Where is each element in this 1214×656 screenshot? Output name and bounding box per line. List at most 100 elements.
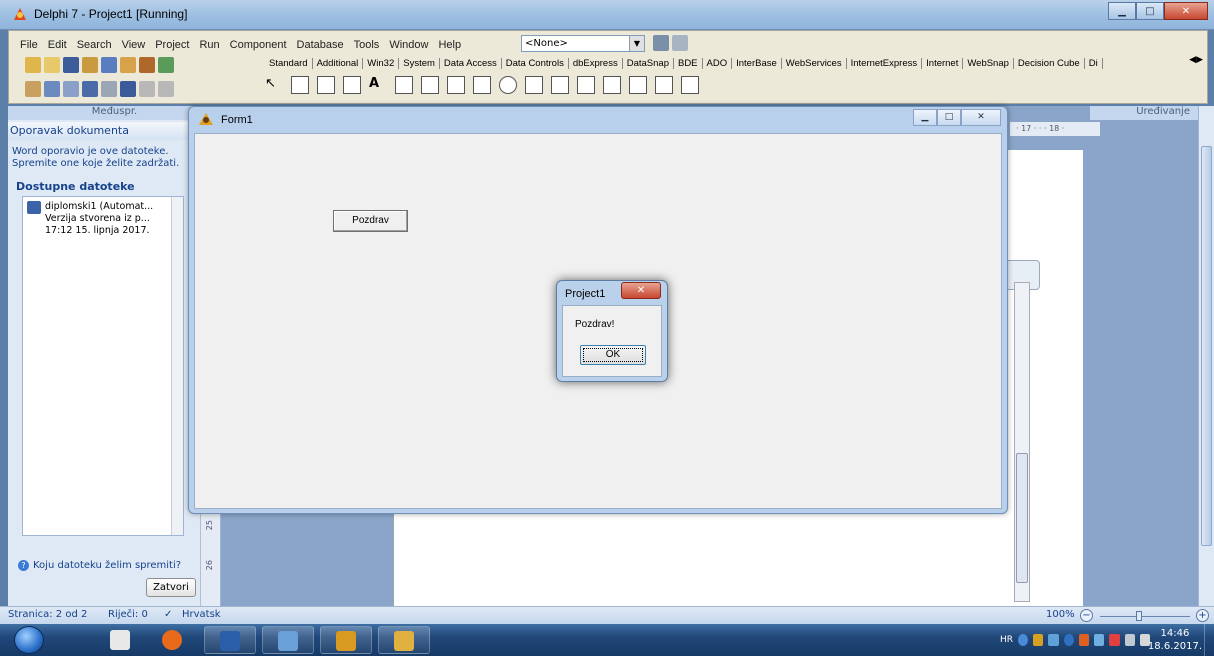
palette-tab-interbase[interactable]: InterBase — [732, 57, 782, 69]
word-count[interactable]: Riječi: 0 — [108, 609, 148, 620]
ok-button[interactable]: OK — [580, 345, 646, 365]
palette-tab-decision-cube[interactable]: Decision Cube — [1014, 57, 1085, 69]
palette-tab-internet[interactable]: Internet — [922, 57, 964, 69]
chevron-down-icon[interactable]: ▼ — [629, 36, 644, 51]
palette-tab-ado[interactable]: ADO — [703, 57, 733, 69]
frame-icon[interactable] — [291, 76, 309, 94]
palette-scroll-arrows[interactable]: ◀▶ — [1187, 55, 1203, 65]
menu-file[interactable]: File — [15, 39, 43, 51]
palette-tab-data-access[interactable]: Data Access — [440, 57, 502, 69]
help-icon[interactable] — [653, 35, 669, 51]
label-icon[interactable]: A — [369, 76, 387, 94]
pause-icon[interactable] — [120, 81, 136, 97]
save-help-link[interactable]: ? Koju datoteku želim spremiti? — [18, 560, 181, 571]
remove-file-icon[interactable] — [139, 57, 155, 73]
menu-view[interactable]: View — [117, 39, 151, 51]
palette-tab-bde[interactable]: BDE — [674, 57, 703, 69]
taskbar-explorer[interactable] — [98, 626, 142, 654]
maximize-button[interactable]: □ — [1136, 2, 1164, 20]
page-count[interactable]: Stranica: 2 od 2 — [8, 609, 87, 620]
zoom-in-icon[interactable]: + — [1196, 609, 1209, 622]
palette-tab-more[interactable]: Di — [1085, 57, 1103, 69]
listbox-icon[interactable] — [525, 76, 543, 94]
background-scrollbar[interactable] — [1014, 282, 1030, 602]
button-icon[interactable] — [447, 76, 465, 94]
network-tray-icon[interactable] — [1048, 634, 1059, 646]
menu-component[interactable]: Component — [225, 39, 292, 51]
trace-into-icon[interactable] — [139, 81, 155, 97]
maximize-button[interactable]: □ — [937, 109, 961, 126]
new-form-icon[interactable] — [82, 81, 98, 97]
reload-icon[interactable] — [672, 35, 688, 51]
open-project-icon[interactable] — [82, 57, 98, 73]
app-tray-icon[interactable] — [1078, 634, 1090, 646]
flag-icon[interactable] — [1109, 634, 1120, 646]
menu-window[interactable]: Window — [384, 39, 433, 51]
file-list-scrollbar[interactable] — [171, 197, 183, 535]
menu-edit[interactable]: Edit — [43, 39, 72, 51]
taskbar-project1[interactable] — [378, 626, 430, 654]
zoom-out-icon[interactable]: − — [1080, 609, 1093, 622]
save-all-icon[interactable] — [101, 57, 117, 73]
close-button[interactable]: ✕ — [1164, 2, 1208, 20]
close-recovery-button[interactable]: Zatvori — [146, 578, 196, 597]
palette-tab-internetexpress[interactable]: InternetExpress — [847, 57, 923, 69]
checkbox-icon[interactable] — [473, 76, 491, 94]
taskbar-media-player[interactable] — [150, 626, 194, 654]
messenger-icon[interactable] — [1033, 634, 1044, 646]
actionlist-icon[interactable] — [681, 76, 699, 94]
recovered-file-name[interactable]: diplomski1 (Automat... — [45, 201, 153, 212]
palette-tab-system[interactable]: System — [399, 57, 440, 69]
scrollbar-thumb[interactable] — [1016, 453, 1028, 583]
menu-project[interactable]: Project — [150, 39, 194, 51]
taskbar-delphi[interactable] — [320, 626, 372, 654]
input-language[interactable]: HR — [1000, 635, 1013, 645]
menu-run[interactable]: Run — [194, 39, 224, 51]
menu-help[interactable]: Help — [433, 39, 466, 51]
open-icon[interactable] — [44, 57, 60, 73]
zoom-slider-handle[interactable] — [1136, 611, 1142, 621]
help-tray-icon[interactable] — [1018, 634, 1029, 646]
taskbar-control-panel[interactable] — [262, 626, 314, 654]
palette-tab-webservices[interactable]: WebServices — [782, 57, 847, 69]
palette-tab-websnap[interactable]: WebSnap — [963, 57, 1014, 69]
word-vertical-scrollbar[interactable] — [1198, 106, 1214, 606]
palette-tab-additional[interactable]: Additional — [313, 57, 364, 69]
menu-search[interactable]: Search — [72, 39, 117, 51]
minimize-button[interactable]: ▁ — [1108, 2, 1136, 20]
popup-menu-icon[interactable] — [343, 76, 361, 94]
radiogroup-icon[interactable] — [629, 76, 647, 94]
bluetooth-icon[interactable] — [1094, 634, 1105, 646]
language-indicator[interactable]: Hrvatsk — [182, 609, 221, 620]
toggle-form-icon[interactable] — [63, 81, 79, 97]
edit-icon[interactable] — [395, 76, 413, 94]
units-icon[interactable] — [25, 81, 41, 97]
minimize-button[interactable]: ▁ — [913, 109, 937, 126]
run-icon[interactable] — [101, 81, 117, 97]
help-book-icon[interactable] — [158, 57, 174, 73]
signal-icon[interactable] — [1124, 634, 1135, 646]
new-icon[interactable] — [25, 57, 41, 73]
taskbar-word[interactable] — [204, 626, 256, 654]
save-icon[interactable] — [63, 57, 79, 73]
zoom-slider-track[interactable] — [1100, 616, 1190, 617]
zoom-level[interactable]: 100% — [1046, 609, 1075, 620]
radio-button-icon[interactable] — [499, 76, 517, 94]
proofing-icon[interactable]: ✓ — [164, 609, 172, 620]
combobox-icon[interactable] — [551, 76, 569, 94]
palette-tab-standard[interactable]: Standard — [265, 57, 313, 69]
palette-tab-datasnap[interactable]: DataSnap — [623, 57, 674, 69]
word-editing-group[interactable]: Uređivanje — [1090, 106, 1200, 120]
memo-icon[interactable] — [421, 76, 439, 94]
step-over-icon[interactable] — [158, 81, 174, 97]
show-desktop-button[interactable] — [1204, 624, 1214, 656]
add-file-icon[interactable] — [120, 57, 136, 73]
palette-tab-dbexpress[interactable]: dbExpress — [569, 57, 623, 69]
groupbox-icon[interactable] — [603, 76, 621, 94]
palette-tab-data-controls[interactable]: Data Controls — [502, 57, 569, 69]
panel-icon[interactable] — [655, 76, 673, 94]
pointer-icon[interactable]: ↖ — [265, 76, 283, 94]
configuration-combo[interactable]: <None> ▼ — [521, 35, 645, 52]
start-button[interactable] — [8, 624, 52, 656]
skype-icon[interactable] — [1063, 634, 1074, 646]
